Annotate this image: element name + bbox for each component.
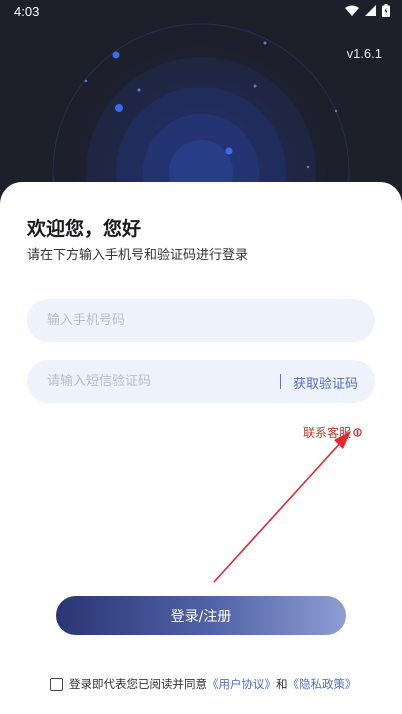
rings-graphic xyxy=(0,0,402,200)
status-time: 4:03 xyxy=(14,4,40,19)
get-code-button[interactable]: 获取验证码 xyxy=(293,373,358,392)
headset-icon xyxy=(353,428,362,437)
app-version: v1.6.1 xyxy=(346,46,382,61)
signal-icon xyxy=(365,5,376,16)
sms-code-input[interactable] xyxy=(47,360,267,403)
agreement-checkbox[interactable] xyxy=(50,677,63,691)
battery-icon xyxy=(382,4,390,17)
agreement-row: 登录即代表您已阅读并同意 《用户协议》 和 《隐私政策》 xyxy=(50,676,357,692)
hero-background: v1.6.1 xyxy=(0,0,402,200)
contact-service-label: 联系客服 xyxy=(303,426,352,440)
agreement-text: 登录即代表您已阅读并同意 xyxy=(69,677,207,691)
status-bar: 4:03 xyxy=(0,0,402,24)
wifi-icon xyxy=(345,5,359,16)
status-icons xyxy=(345,4,390,17)
privacy-policy-link[interactable]: 《隐私政策》 xyxy=(288,676,357,692)
login-instructions: 请在下方输入手机号和验证码进行登录 xyxy=(27,248,249,263)
welcome-title: 欢迎您，您好 xyxy=(27,218,142,240)
divider xyxy=(280,374,281,389)
login-card: 欢迎您，您好 请在下方输入手机号和验证码进行登录 获取验证码 联系客服 登录/注… xyxy=(0,182,402,714)
phone-field[interactable] xyxy=(27,299,375,342)
agreement-conjunction: 和 xyxy=(276,677,288,691)
login-register-button[interactable]: 登录/注册 xyxy=(56,596,346,635)
code-field[interactable]: 获取验证码 xyxy=(27,360,375,403)
phone-input[interactable] xyxy=(47,299,347,342)
user-agreement-link[interactable]: 《用户协议》 xyxy=(207,676,276,692)
contact-service-link[interactable]: 联系客服 xyxy=(303,424,362,441)
